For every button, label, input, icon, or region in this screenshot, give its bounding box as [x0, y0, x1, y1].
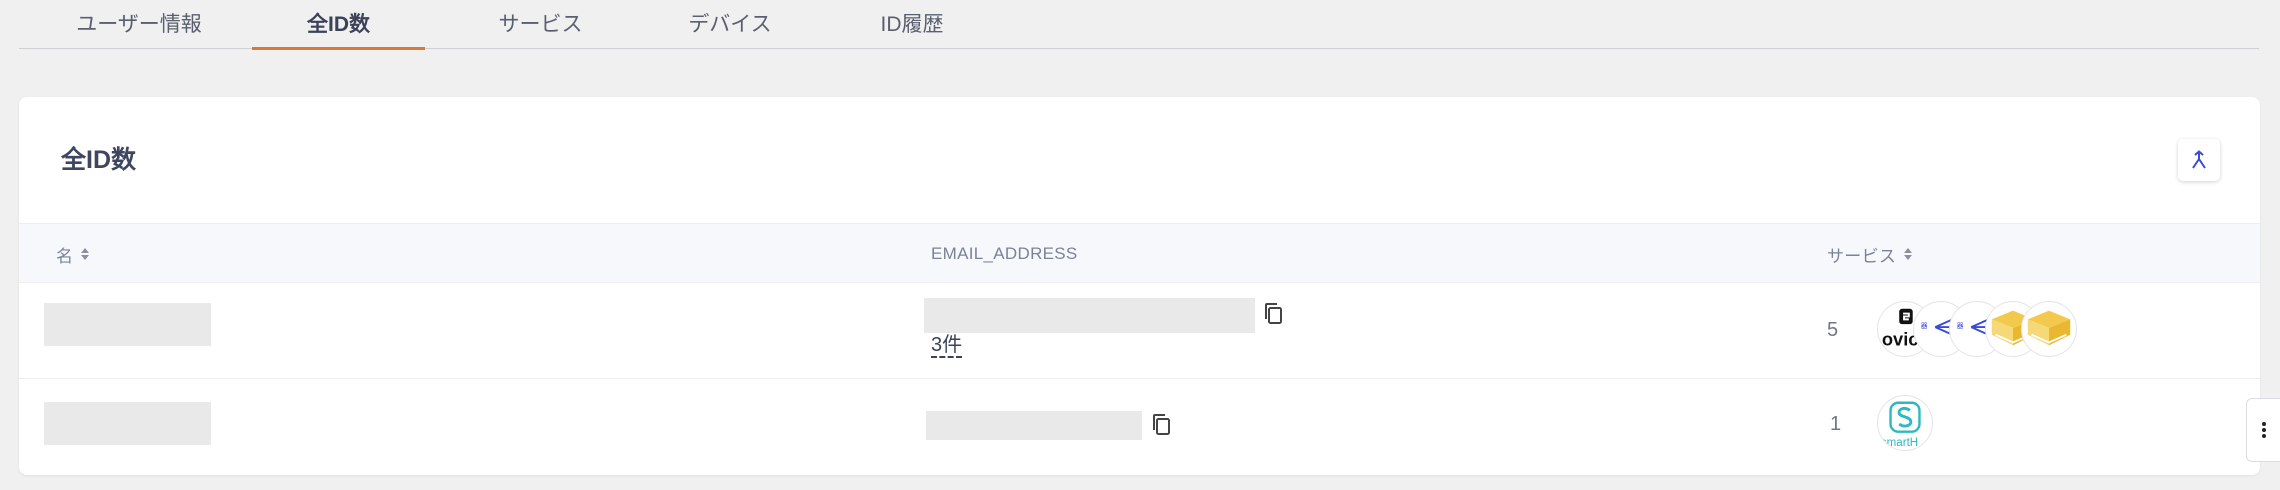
tab-services[interactable]: サービス — [463, 0, 618, 49]
box-logo-icon[interactable] — [2021, 301, 2077, 357]
tab-label: ID履歴 — [880, 13, 944, 36]
kebab-icon — [2261, 422, 2266, 438]
smart-logo-icon[interactable]: smartH — [1877, 395, 1933, 451]
tab-label: 全ID数 — [307, 13, 370, 36]
tab-user-info[interactable]: ユーザー情報 — [52, 0, 226, 49]
copy-icon[interactable] — [1262, 301, 1286, 327]
tab-id-history[interactable]: ID履歴 — [842, 0, 982, 49]
collapse-button[interactable] — [2178, 139, 2220, 181]
email-count-link[interactable]: 3件 — [931, 334, 963, 358]
tab-label: サービス — [498, 13, 583, 36]
sort-icon[interactable] — [1904, 248, 1913, 260]
column-label: 名 — [56, 246, 74, 266]
tab-label: ユーザー情報 — [76, 13, 202, 36]
more-options-button[interactable] — [2246, 398, 2280, 462]
tab-bar: ユーザー情報 全ID数 サービス デバイス ID履歴 — [19, 0, 2259, 50]
column-services-header[interactable]: サービス — [1827, 224, 1913, 284]
all-ids-card: 全ID数 名 EMAIL_ADDRESS サービス 3件 5 ovic 器 器 … — [19, 97, 2260, 475]
svg-text:smartH: smartH — [1881, 437, 1918, 449]
card-title: 全ID数 — [61, 146, 137, 174]
table-row: 1 smartH — [19, 379, 2260, 475]
tab-label: デバイス — [688, 13, 772, 36]
svg-text:器: 器 — [1957, 322, 1964, 330]
column-label: サービス — [1827, 246, 1897, 266]
table-row: 3件 5 ovic 器 器 — [19, 283, 2260, 379]
email-redacted — [924, 298, 1255, 333]
svg-text:器: 器 — [1921, 322, 1928, 330]
tab-all-ids[interactable]: 全ID数 — [252, 0, 425, 50]
name-redacted — [44, 303, 211, 346]
service-count: 1 — [1830, 413, 1842, 435]
email-redacted — [926, 411, 1142, 440]
tab-devices[interactable]: デバイス — [655, 0, 805, 49]
sort-icon[interactable] — [81, 248, 90, 260]
name-redacted — [44, 402, 211, 445]
column-name-header[interactable]: 名 — [56, 224, 90, 284]
collapse-icon — [2192, 150, 2206, 169]
copy-icon[interactable] — [1150, 412, 1174, 438]
column-label: EMAIL_ADDRESS — [931, 244, 1078, 263]
service-count: 5 — [1827, 319, 1839, 341]
table-header: 名 EMAIL_ADDRESS サービス — [19, 223, 2260, 283]
column-email-header: EMAIL_ADDRESS — [931, 224, 1078, 284]
